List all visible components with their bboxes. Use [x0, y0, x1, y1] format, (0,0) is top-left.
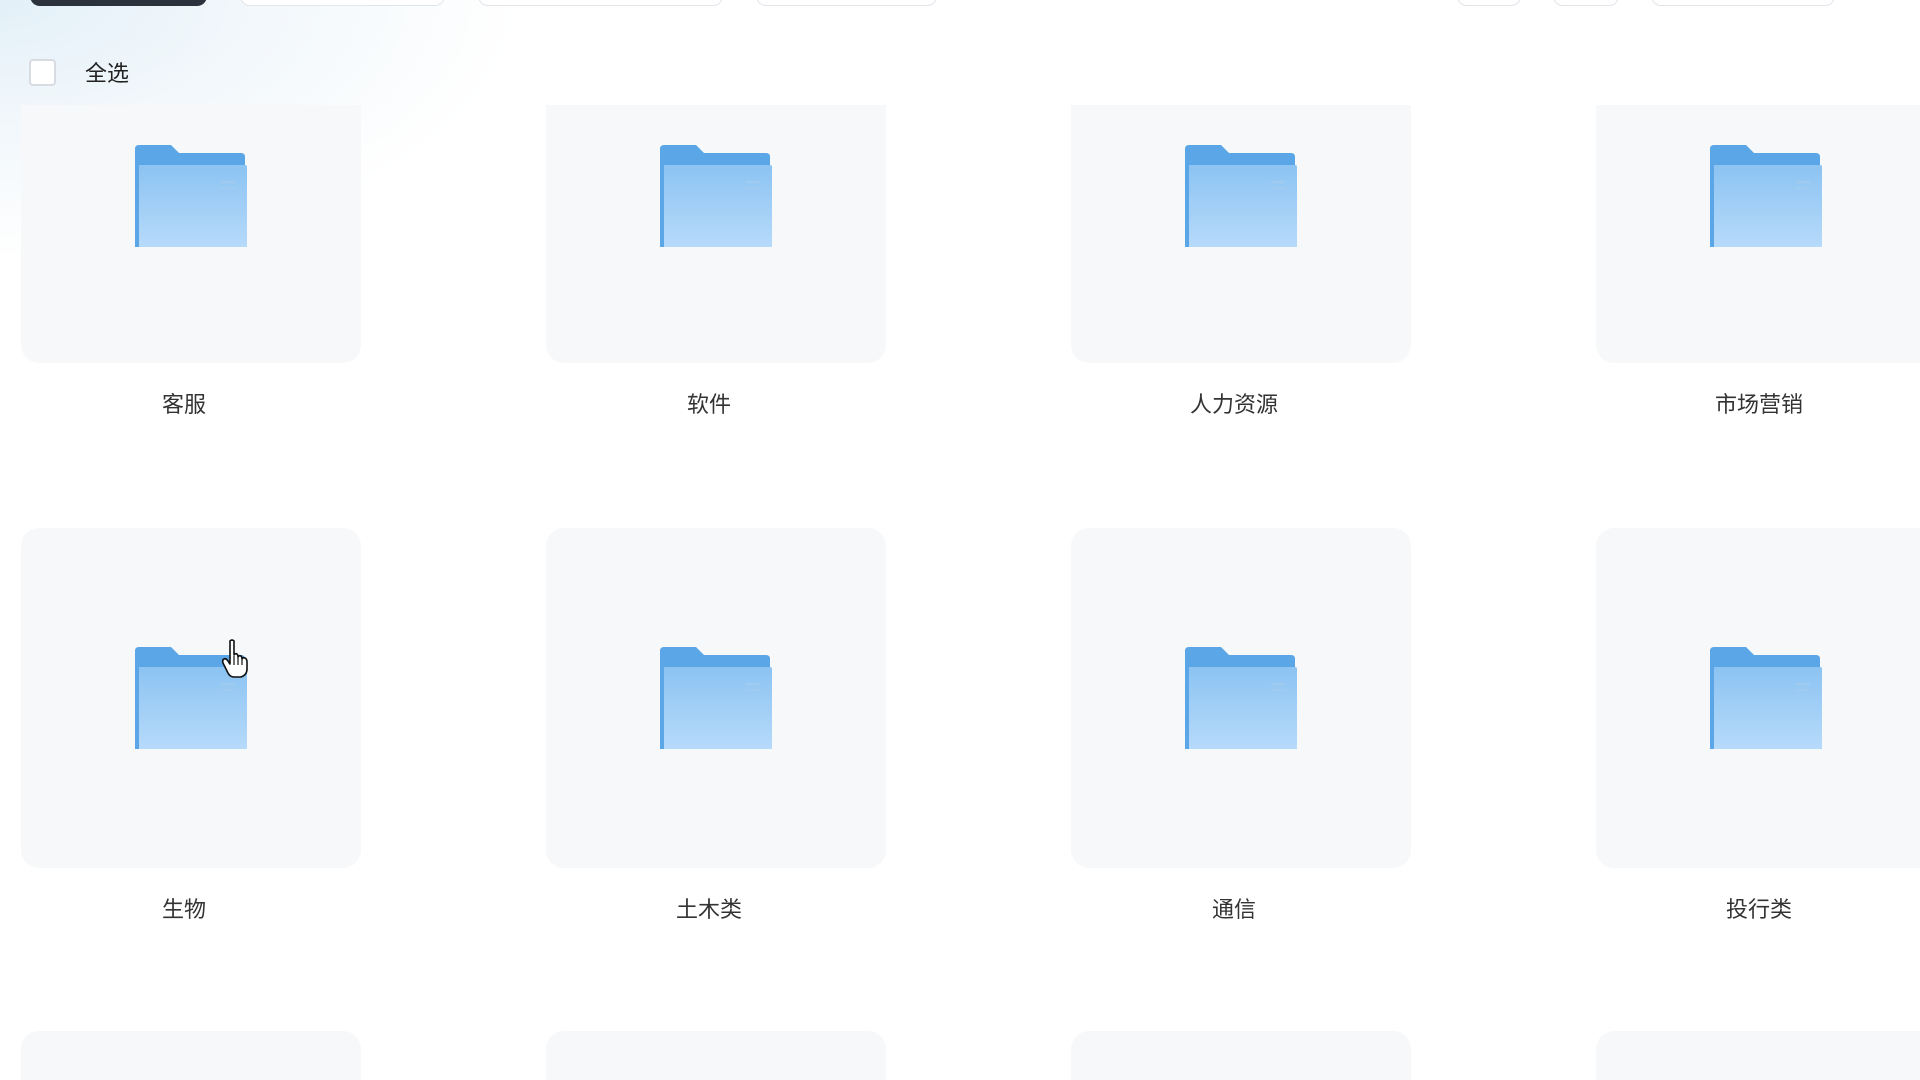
folder-thumbnail[interactable] [1596, 105, 1920, 363]
folder-icon [133, 143, 249, 249]
toolbar-button-7[interactable] [1651, 0, 1835, 6]
folder-card[interactable] [1596, 1031, 1920, 1080]
select-all-label: 全选 [85, 62, 130, 87]
folder-card[interactable]: 人力资源 [1071, 105, 1411, 419]
folder-thumbnail[interactable] [1071, 528, 1411, 868]
hand-pointer-icon [221, 639, 251, 679]
folder-card[interactable]: 土木类 [546, 528, 886, 924]
toolbar-button-4[interactable] [756, 0, 937, 6]
folder-grid-row-1: 客服 软件 人力资源 市场营销 [21, 105, 1920, 419]
folder-card[interactable] [546, 1031, 886, 1080]
folder-thumbnail[interactable] [546, 528, 886, 868]
folder-icon [658, 143, 774, 249]
folder-card[interactable]: 生物 [21, 528, 361, 924]
select-all[interactable]: 全选 [29, 56, 129, 88]
folder-grid-row-2: 生物 土木类 通信 投行类 [21, 528, 1920, 924]
folder-icon [1183, 645, 1299, 751]
folder-card[interactable]: 投行类 [1596, 528, 1920, 924]
file-browser-page: 全选 客服 软件 人力资源 市场营销 生物 土木类 通信 投行类 [0, 0, 1920, 1080]
folder-thumbnail[interactable] [21, 105, 361, 363]
toolbar-icon-button-1[interactable] [1457, 0, 1521, 6]
folder-name[interactable]: 市场营销 [1596, 387, 1920, 419]
folder-thumbnail[interactable] [21, 1031, 361, 1080]
folder-card[interactable] [1071, 1031, 1411, 1080]
folder-thumbnail[interactable] [21, 528, 361, 868]
folder-card[interactable]: 客服 [21, 105, 361, 419]
folder-icon [1183, 143, 1299, 249]
folder-name[interactable]: 通信 [1071, 892, 1411, 924]
folder-thumbnail[interactable] [1596, 528, 1920, 868]
folder-icon [1708, 645, 1824, 751]
folder-card[interactable]: 软件 [546, 105, 886, 419]
toolbar-button-3[interactable] [478, 0, 723, 6]
folder-name[interactable]: 土木类 [546, 892, 886, 924]
folder-card[interactable]: 市场营销 [1596, 105, 1920, 419]
folder-grid-row-3 [21, 1031, 1920, 1080]
select-all-checkbox[interactable] [29, 58, 56, 86]
folder-icon [1708, 143, 1824, 249]
folder-thumbnail[interactable] [1596, 1031, 1920, 1080]
toolbar-button-2[interactable] [240, 0, 445, 6]
folder-name[interactable]: 投行类 [1596, 892, 1920, 924]
toolbar-icon-button-2[interactable] [1553, 0, 1619, 6]
folder-thumbnail[interactable] [546, 105, 886, 363]
folder-name[interactable]: 客服 [21, 387, 361, 419]
folder-name[interactable]: 人力资源 [1071, 387, 1411, 419]
folder-card[interactable]: 通信 [1071, 528, 1411, 924]
toolbar-primary-button[interactable] [30, 0, 207, 6]
folder-name[interactable]: 软件 [546, 387, 886, 419]
folder-thumbnail[interactable] [1071, 105, 1411, 363]
folder-icon [658, 645, 774, 751]
folder-thumbnail[interactable] [546, 1031, 886, 1080]
folder-thumbnail[interactable] [1071, 1031, 1411, 1080]
folder-card[interactable] [21, 1031, 361, 1080]
folder-name[interactable]: 生物 [21, 892, 361, 924]
